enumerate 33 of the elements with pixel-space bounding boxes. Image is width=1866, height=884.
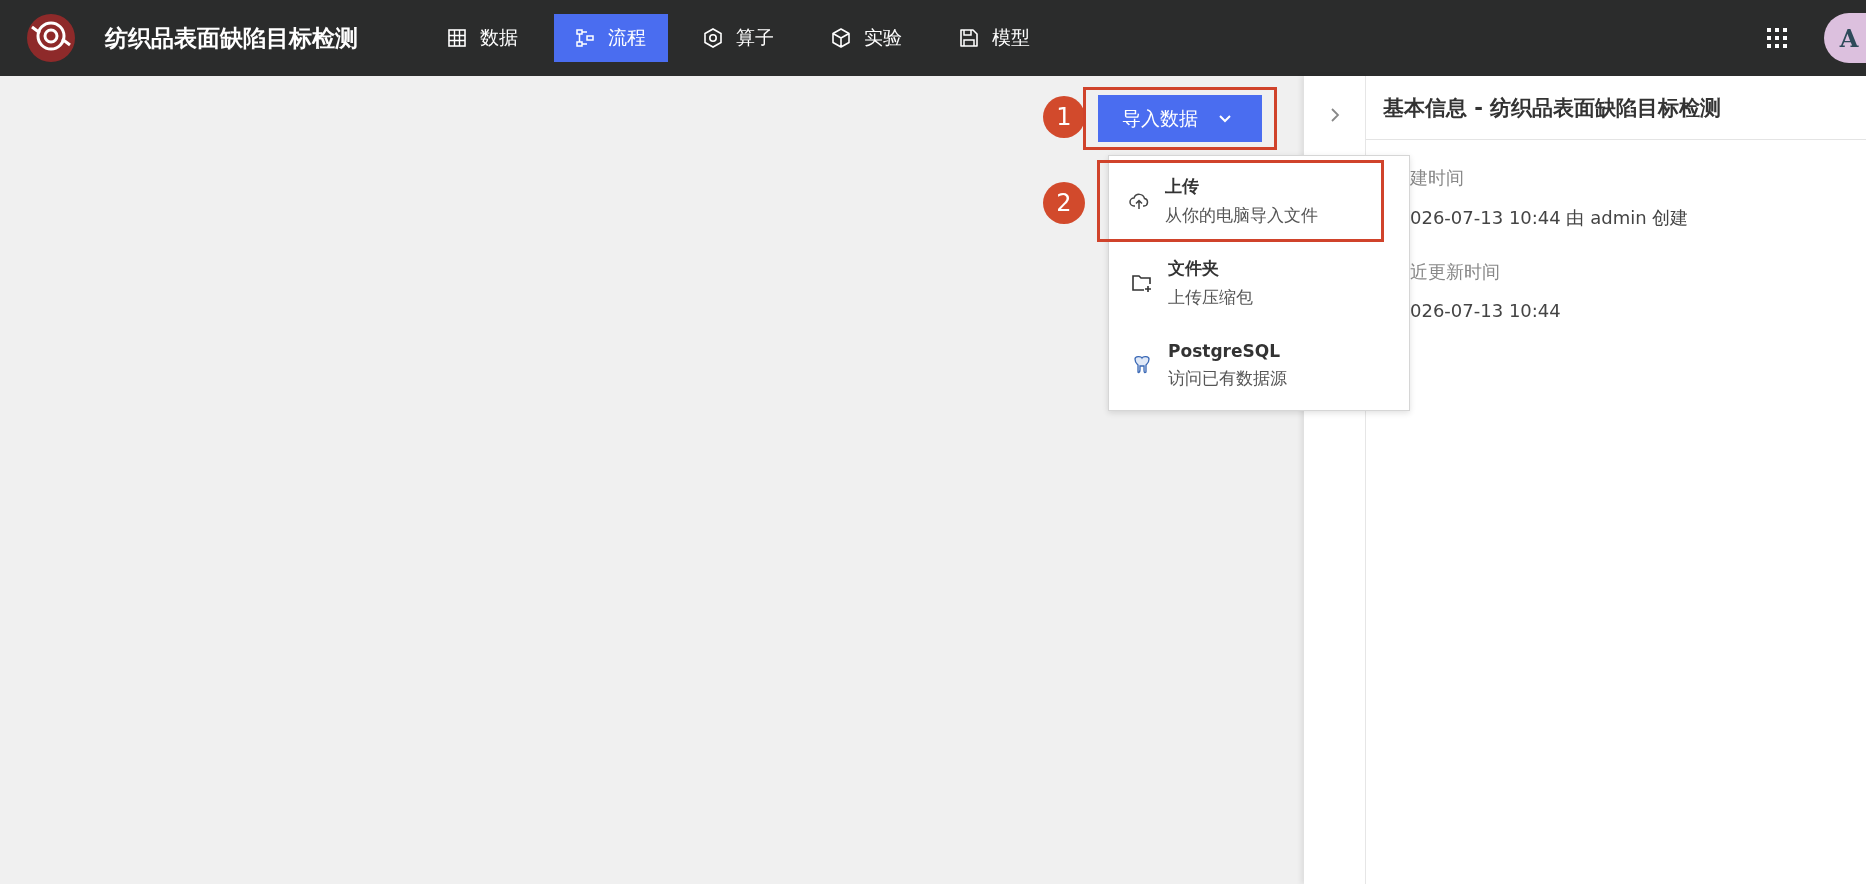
nav-tab[interactable]: 数据: [426, 14, 540, 62]
chevron-down-icon: [1218, 114, 1232, 123]
menu-item-subtitle: 访问已有数据源: [1168, 366, 1287, 390]
panel-title: 基本信息 - 纺织品表面缺陷目标检测: [1383, 94, 1722, 122]
cloud-upload-icon: [1129, 192, 1149, 210]
logo-icon: [26, 13, 76, 63]
nav-tab[interactable]: 流程: [554, 14, 668, 62]
menu-item[interactable]: PostgreSQL 访问已有数据源: [1109, 324, 1409, 406]
app-title: 纺织品表面缺陷目标检测: [105, 23, 358, 53]
menu-item-subtitle: 上传压缩包: [1168, 286, 1253, 309]
grid-icon: [448, 29, 466, 47]
user-avatar[interactable]: A: [1824, 13, 1866, 63]
nav-tab[interactable]: 实验: [810, 14, 924, 62]
import-data-button[interactable]: 导入数据: [1098, 95, 1262, 142]
field-label: 近更新时间: [1410, 260, 1500, 284]
chevron-right-icon[interactable]: [1329, 107, 1340, 123]
field-value: 026-07-13 10:44: [1410, 300, 1561, 321]
nav-tab[interactable]: 模型: [938, 14, 1052, 62]
apps-grid-icon[interactable]: [1766, 27, 1788, 49]
cube-icon: [832, 28, 850, 48]
step-badge: 1: [1043, 96, 1085, 138]
flow-icon: [576, 29, 594, 47]
menu-item-title: 上传: [1165, 175, 1200, 198]
menu-item-subtitle: 从你的电脑导入文件: [1165, 204, 1318, 227]
save-icon: [960, 29, 978, 47]
hexagon-icon: [704, 28, 722, 48]
menu-item[interactable]: 文件夹 上传压缩包: [1109, 242, 1409, 324]
nav-tab[interactable]: 算子: [682, 14, 796, 62]
folder-add-icon: [1132, 274, 1152, 292]
menu-item-title: 文件夹: [1168, 257, 1220, 280]
menu-item-title: PostgreSQL: [1168, 340, 1281, 361]
field-label: 建时间: [1410, 166, 1464, 190]
field-value: 026-07-13 10:44 由 admin 创建: [1410, 206, 1689, 230]
